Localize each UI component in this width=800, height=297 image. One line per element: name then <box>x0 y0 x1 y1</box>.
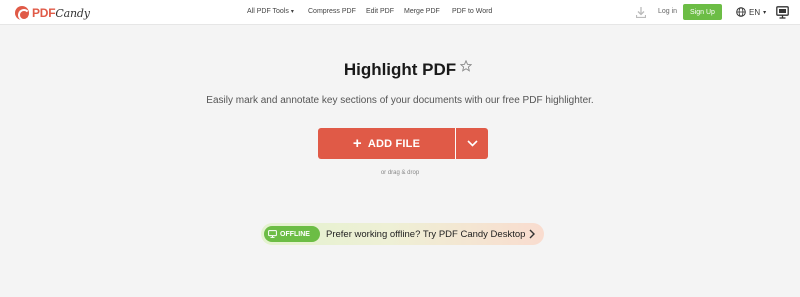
monitor-icon <box>268 230 277 238</box>
title-wrap: Highlight PDF <box>0 60 800 80</box>
offline-badge: OFFLINE <box>264 226 320 242</box>
star-icon[interactable] <box>460 60 472 72</box>
add-file-label: ADD FILE <box>367 137 421 150</box>
desktop-icon[interactable] <box>776 6 789 19</box>
logo[interactable]: PDFCandy <box>15 5 90 21</box>
drag-drop-hint: or drag & drop <box>380 170 420 176</box>
signup-button[interactable]: Sign Up <box>683 4 722 20</box>
page-subtitle: Easily mark and annotate key sections of… <box>206 95 594 106</box>
chevron-right-icon <box>529 229 535 239</box>
nav-merge-pdf[interactable]: Merge PDF <box>404 8 440 15</box>
offline-badge-label: OFFLINE <box>280 230 310 238</box>
page-title: Highlight PDF <box>343 60 457 79</box>
caret-down-icon: ▾ <box>763 9 767 16</box>
add-file-dropdown-button[interactable] <box>456 128 488 159</box>
globe-icon <box>736 7 746 17</box>
download-icon[interactable] <box>636 7 646 18</box>
nav-edit-pdf[interactable]: Edit PDF <box>366 8 394 15</box>
plus-icon: + <box>352 135 362 152</box>
login-link[interactable]: Log in <box>658 8 677 15</box>
top-header: PDFCandy All PDF Tools ▾ Compress PDF Edi… <box>0 0 800 25</box>
nav-pdf-to-word[interactable]: PDF to Word <box>452 8 492 15</box>
language-label: EN <box>749 7 761 17</box>
logo-text: PDFCandy <box>32 6 90 20</box>
logo-mark-icon <box>15 6 30 21</box>
chevron-down-icon <box>466 140 478 147</box>
offline-text: Prefer working offline? Try PDF Candy De… <box>326 228 526 240</box>
nav-all-pdf-tools[interactable]: All PDF Tools ▾ <box>247 8 294 15</box>
language-selector[interactable]: EN ▾ <box>736 7 766 17</box>
offline-banner[interactable]: OFFLINE Prefer working offline? Try PDF … <box>261 223 544 245</box>
nav-compress-pdf[interactable]: Compress PDF <box>308 8 356 15</box>
caret-down-icon: ▾ <box>290 9 294 15</box>
add-file-button[interactable]: + ADD FILE <box>318 128 455 159</box>
